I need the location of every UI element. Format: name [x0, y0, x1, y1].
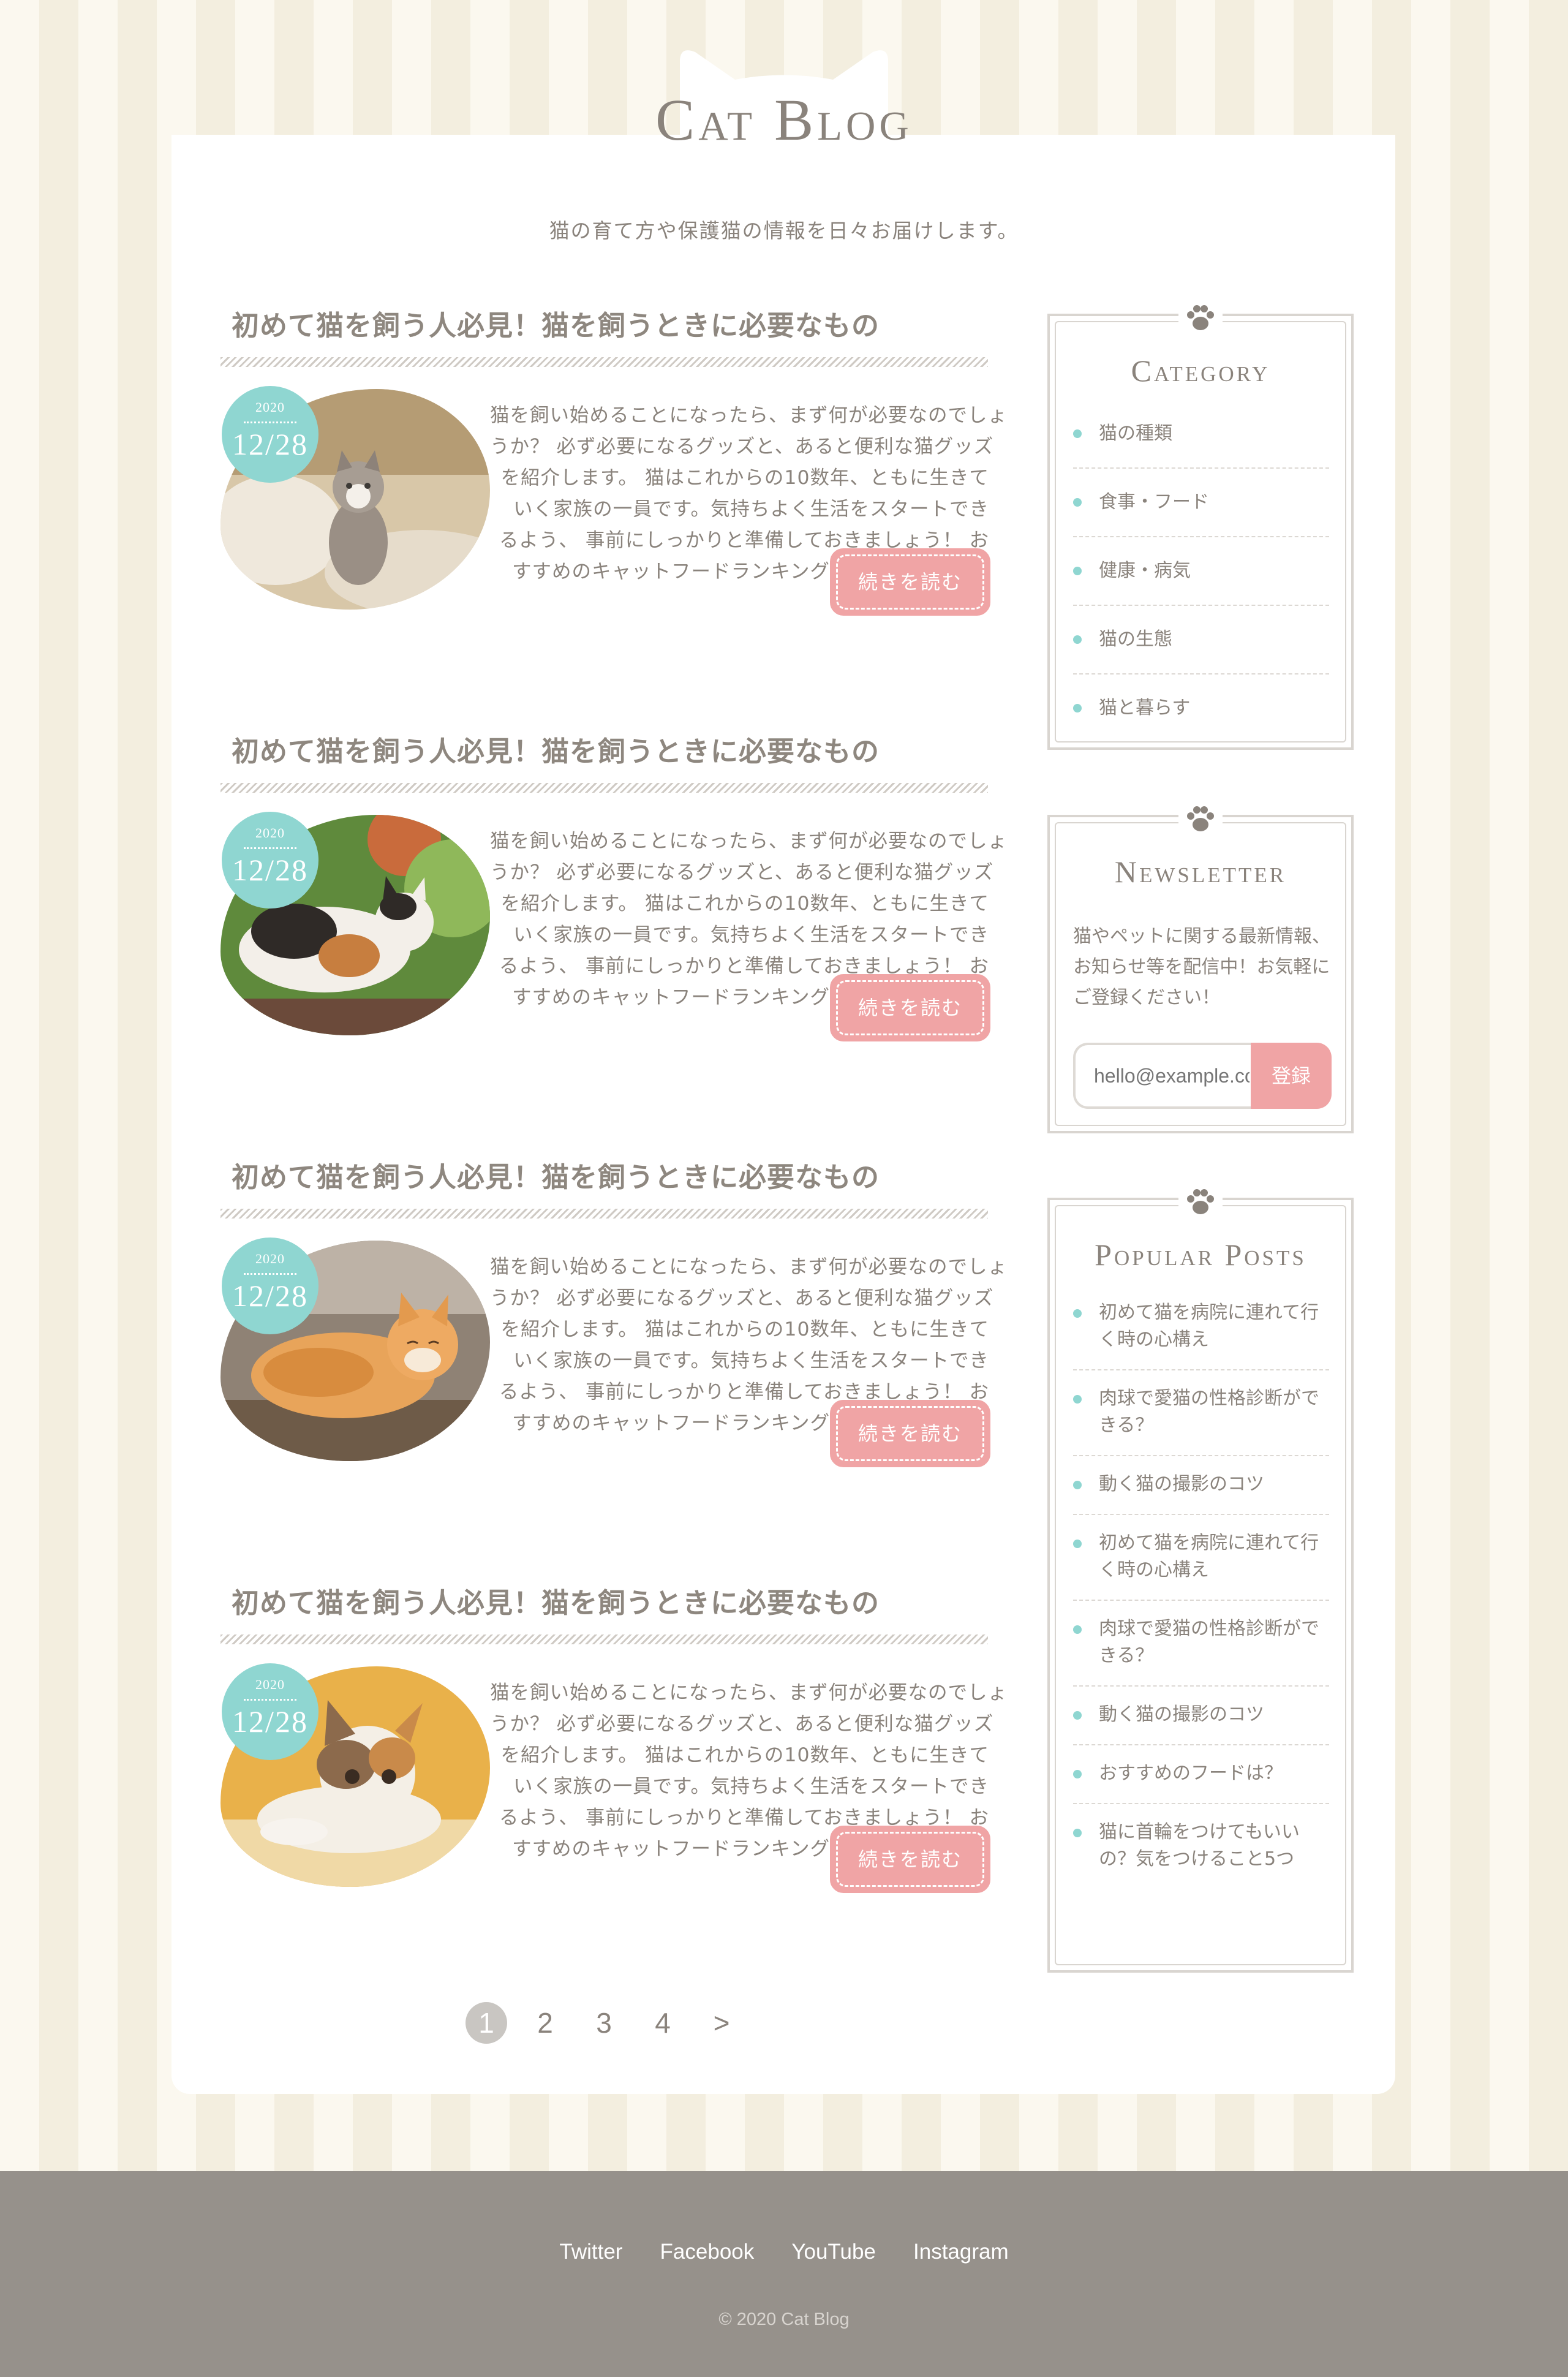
next-page-link[interactable]: >	[701, 2002, 742, 2044]
date-year: 2020	[255, 1677, 285, 1692]
excerpt-line: 猫を飼い始めることになったら、まず何が必要なのでしょ	[490, 1682, 1008, 1704]
subscribe-button[interactable]: 登録	[1251, 1043, 1332, 1109]
post-title[interactable]: 初めて猫を飼う人必見！猫を飼うときに必要なもの	[232, 729, 880, 769]
excerpt-line: を紹介します。 猫はこれからの10数年、ともに生きて	[500, 1744, 989, 1766]
popular-post-item[interactable]: 肉球で愛猫の性格診断ができる？	[1073, 1601, 1329, 1687]
popular-post-item[interactable]: 初めて猫を病院に連れて行く時の心構え	[1073, 1285, 1329, 1370]
date-badge: 2020 12/28	[222, 1238, 318, 1334]
newsletter-widget: Newsletter 猫やペットに関する最新情報、お知らせ等を配信中！お気軽にご…	[1047, 801, 1354, 1133]
post-card: 初めて猫を飼う人必見！猫を飼うときに必要なもの 2020 12/28 猫を飼い始…	[221, 303, 1008, 695]
category-item[interactable]: 猫の生態	[1073, 606, 1329, 675]
date-badge: 2020 12/28	[222, 386, 318, 483]
date-divider	[244, 1699, 296, 1701]
date-year: 2020	[255, 399, 285, 415]
date-day: 12/28	[232, 427, 308, 461]
date-divider	[244, 1273, 296, 1275]
post-card: 初めて猫を飼う人必見！猫を飼うときに必要なもの 2020 12/28 猫を飼い始…	[221, 1581, 1008, 1973]
excerpt-line: いく家族の一員です。気持ちよく生活をスタートでき	[513, 1775, 989, 1797]
site-footer: Twitter Facebook YouTube Instagram © 202…	[0, 2171, 1568, 2377]
category-item[interactable]: 猫と暮らす	[1073, 675, 1329, 742]
widget-title: Popular Posts	[1095, 1238, 1306, 1272]
popular-post-item[interactable]: 初めて猫を病院に連れて行く時の心構え	[1073, 1515, 1329, 1601]
pagination: 1 2 3 4 >	[466, 1997, 735, 2046]
excerpt-line: うか？ 必ず必要になるグッズと、あると便利な猫グッズ	[490, 436, 994, 458]
post-card: 初めて猫を飼う人必見！猫を飼うときに必要なもの 2020 12/28 猫を飼い始…	[221, 729, 1008, 1121]
date-badge: 2020 12/28	[222, 1663, 318, 1760]
excerpt-line: うか？ 必ず必要になるグッズと、あると便利な猫グッズ	[490, 1713, 994, 1735]
paw-icon	[1178, 300, 1223, 334]
popular-post-item[interactable]: 動く猫の撮影のコツ	[1073, 1687, 1329, 1745]
popular-post-item[interactable]: 肉球で愛猫の性格診断ができる？	[1073, 1370, 1329, 1456]
excerpt-line: 猫を飼い始めることになったら、まず何が必要なのでしょ	[490, 830, 1008, 852]
post-card: 初めて猫を飼う人必見！猫を飼うときに必要なもの 2020 12/28 猫を飼い始…	[221, 1155, 1008, 1547]
widget-title: Newsletter	[1114, 855, 1287, 889]
title-divider	[221, 1634, 988, 1644]
title-divider	[221, 1209, 988, 1219]
date-badge: 2020 12/28	[222, 812, 318, 909]
paw-icon	[1178, 1184, 1223, 1219]
excerpt-line: うか？ 必ず必要になるグッズと、あると便利な猫グッズ	[490, 861, 994, 883]
date-year: 2020	[255, 825, 285, 841]
category-item[interactable]: 健康・病気	[1073, 537, 1329, 606]
popular-post-item[interactable]: 動く猫の撮影のコツ	[1073, 1456, 1329, 1515]
page-3-link[interactable]: 3	[583, 2002, 625, 2044]
facebook-link[interactable]: Facebook	[660, 2240, 755, 2264]
excerpt-line: いく家族の一員です。気持ちよく生活をスタートでき	[513, 924, 989, 946]
widget-title: Category	[1131, 353, 1270, 388]
date-day: 12/28	[232, 1704, 308, 1739]
category-list: 猫の種類 食事・フード 健康・病気 猫の生態 猫と暮らす	[1073, 400, 1329, 742]
youtube-link[interactable]: YouTube	[791, 2240, 876, 2264]
excerpt-line: いく家族の一員です。気持ちよく生活をスタートでき	[513, 1350, 989, 1372]
title-divider	[221, 783, 988, 793]
excerpt-line: を紹介します。 猫はこれからの10数年、ともに生きて	[500, 467, 989, 489]
excerpt-line: 猫を飼い始めることになったら、まず何が必要なのでしょ	[490, 1256, 1008, 1278]
category-widget: Category 猫の種類 食事・フード 健康・病気 猫の生態 猫と暮らす	[1047, 300, 1354, 750]
title-divider	[221, 357, 988, 367]
excerpt-line: いく家族の一員です。気持ちよく生活をスタートでき	[513, 498, 989, 520]
popular-post-item[interactable]: 猫に首輪をつけてもいいの？気をつけること5つ	[1073, 1804, 1329, 1889]
paw-icon	[1178, 801, 1223, 836]
email-input[interactable]	[1073, 1043, 1251, 1109]
excerpt-line: うか？ 必ず必要になるグッズと、あると便利な猫グッズ	[490, 1287, 994, 1309]
post-title[interactable]: 初めて猫を飼う人必見！猫を飼うときに必要なもの	[232, 1155, 880, 1195]
page-4-link[interactable]: 4	[642, 2002, 684, 2044]
post-title[interactable]: 初めて猫を飼う人必見！猫を飼うときに必要なもの	[232, 1581, 880, 1620]
category-item[interactable]: 食事・フード	[1073, 469, 1329, 537]
popular-posts-list: 初めて猫を病院に連れて行く時の心構え 肉球で愛猫の性格診断ができる？ 動く猫の撮…	[1073, 1285, 1329, 1889]
copyright: © 2020 Cat Blog	[718, 2310, 850, 2329]
popular-posts-widget: Popular Posts 初めて猫を病院に連れて行く時の心構え 肉球で愛猫の性…	[1047, 1184, 1354, 1973]
excerpt-line: を紹介します。 猫はこれからの10数年、ともに生きて	[500, 1318, 989, 1340]
post-title[interactable]: 初めて猫を飼う人必見！猫を飼うときに必要なもの	[232, 303, 880, 343]
read-more-button[interactable]: 続きを読む	[830, 548, 990, 616]
twitter-link[interactable]: Twitter	[559, 2240, 622, 2264]
read-more-button[interactable]: 続きを読む	[830, 1400, 990, 1467]
site-title[interactable]: Cat Blog	[0, 86, 1568, 154]
social-links: Twitter Facebook YouTube Instagram	[0, 2240, 1568, 2264]
category-item[interactable]: 猫の種類	[1073, 400, 1329, 469]
date-day: 12/28	[232, 853, 308, 887]
excerpt-line: 猫を飼い始めることになったら、まず何が必要なのでしょ	[490, 404, 1008, 426]
instagram-link[interactable]: Instagram	[913, 2240, 1009, 2264]
date-divider	[244, 421, 296, 423]
popular-post-item[interactable]: おすすめのフードは？	[1073, 1745, 1329, 1804]
date-day: 12/28	[232, 1279, 308, 1313]
excerpt-line: を紹介します。 猫はこれからの10数年、ともに生きて	[500, 893, 989, 915]
date-divider	[244, 847, 296, 849]
page-1-link[interactable]: 1	[466, 2002, 507, 2044]
newsletter-description: 猫やペットに関する最新情報、お知らせ等を配信中！お気軽にご登録ください！	[1073, 926, 1330, 1008]
page-2-link[interactable]: 2	[524, 2002, 566, 2044]
date-year: 2020	[255, 1251, 285, 1266]
tagline: 猫の育て方や保護猫の情報を日々お届けします。	[549, 219, 1019, 243]
read-more-button[interactable]: 続きを読む	[830, 1826, 990, 1893]
read-more-button[interactable]: 続きを読む	[830, 974, 990, 1041]
